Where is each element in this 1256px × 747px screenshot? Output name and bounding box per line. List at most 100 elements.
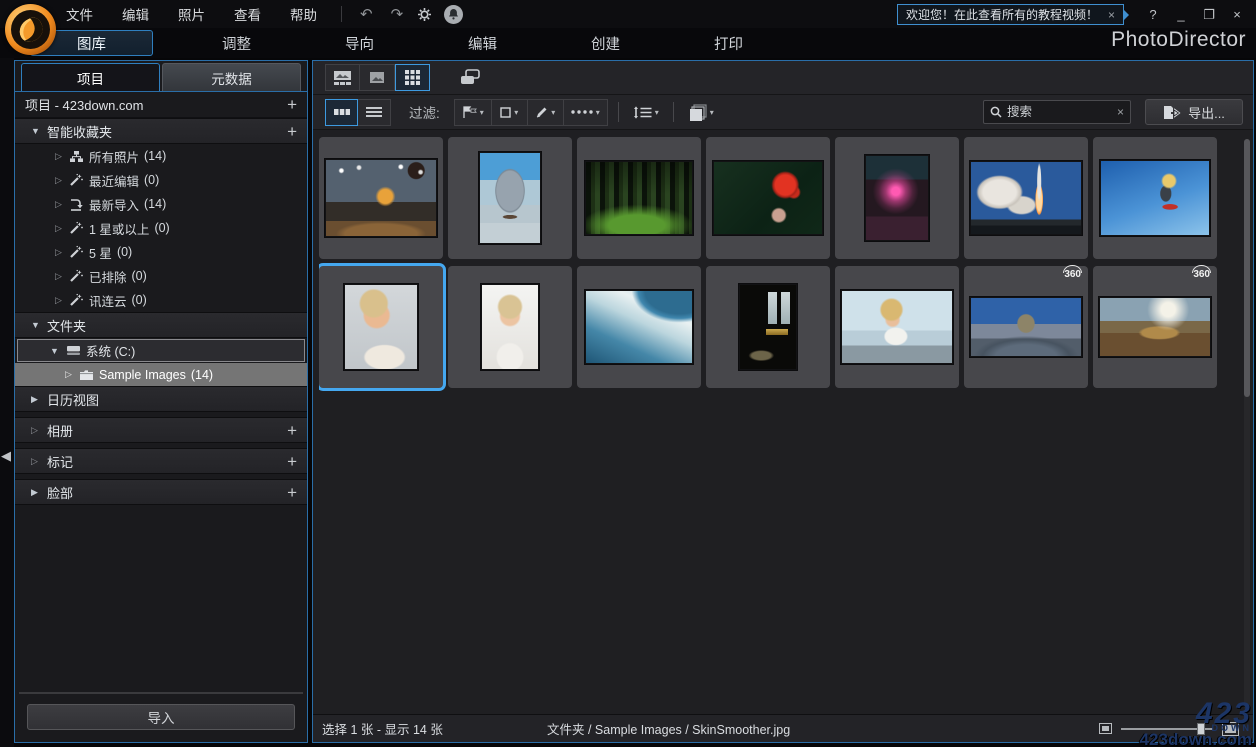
expand-arrow-icon: ▷ <box>31 424 38 435</box>
photo-boat[interactable] <box>448 137 572 259</box>
folder-item-selected[interactable]: ▷ Sample Images (14) <box>15 363 307 386</box>
color-label-filter-button[interactable]: ▾ <box>562 99 607 125</box>
edited-filter-button[interactable]: ▾ <box>526 99 563 125</box>
module-tab[interactable]: 打印 <box>667 31 790 55</box>
notification-bell-icon[interactable] <box>444 4 464 24</box>
photo-forest[interactable] <box>577 137 701 259</box>
photo-woman-smile[interactable] <box>319 266 443 388</box>
thumbnail-mode-button[interactable] <box>325 98 358 126</box>
item-label: 所有照片 <box>89 150 140 165</box>
item-count: (0) <box>131 293 147 307</box>
photo-pano-canyon[interactable]: 360 <box>964 265 1088 388</box>
smart-collection-item[interactable]: ▷ 已排除 (0) <box>15 264 307 288</box>
photo-window[interactable] <box>706 266 830 388</box>
collapse-sidebar-icon[interactable]: ◀ <box>1 448 11 464</box>
photo-wave[interactable] <box>577 266 701 388</box>
photo-woman-beach[interactable] <box>835 266 959 388</box>
tree-section[interactable]: ▶ 脸部 + <box>15 479 307 505</box>
photo-pano-desert[interactable]: 360 <box>1093 265 1217 388</box>
maximize-button[interactable]: ❐ <box>1196 7 1222 23</box>
add-button[interactable]: + <box>287 422 297 439</box>
folder-drive-item[interactable]: ▼ 系统 (C:) <box>17 339 305 362</box>
import-button[interactable]: 导入 <box>27 704 295 730</box>
menu-item[interactable]: 帮助 <box>290 4 317 24</box>
list-mode-button[interactable] <box>358 98 391 126</box>
add-project-button[interactable]: + <box>287 96 297 113</box>
smart-collection-item[interactable]: ▷ 讯连云 (0) <box>15 288 307 312</box>
welcome-close-icon[interactable]: × <box>1108 8 1115 22</box>
search-icon <box>990 106 1002 118</box>
item-count: (0) <box>116 245 133 259</box>
photo-woman-laugh[interactable] <box>448 266 572 388</box>
grid-scrollbar[interactable] <box>1244 139 1250 710</box>
slider-handle[interactable] <box>1197 722 1205 735</box>
photo-maple[interactable] <box>706 137 830 259</box>
photo-thumbnail <box>970 161 1082 235</box>
sidebar-tabs: 项目 元数据 <box>15 63 307 92</box>
redo-icon[interactable]: ↷ <box>391 5 404 23</box>
smart-collection-item[interactable]: ▷ 最新导入 (14) <box>15 192 307 216</box>
stack-mode-button[interactable]: ▾ <box>684 100 718 125</box>
add-button[interactable]: + <box>287 484 297 501</box>
item-label: 1 星或以上 <box>89 222 150 237</box>
flag-filter-button[interactable]: ▾ <box>454 99 491 125</box>
menubar-items: 文件 编辑 照片 查看 帮助 <box>66 4 317 24</box>
grid-view-button[interactable] <box>395 64 430 91</box>
menu-item[interactable]: 查看 <box>234 4 261 24</box>
scrollbar-thumb[interactable] <box>1244 139 1250 397</box>
add-button[interactable]: + <box>287 453 297 470</box>
current-photo-path: 文件夹 / Sample Images / SkinSmoother.jpg <box>547 723 791 737</box>
photo-basketball[interactable] <box>319 137 443 259</box>
add-button[interactable]: + <box>287 123 297 140</box>
wand-icon <box>69 245 89 259</box>
tooltip-tail <box>1124 9 1134 20</box>
library-view-button[interactable] <box>325 64 360 91</box>
tree-section[interactable]: ▼ 文件夹 <box>15 312 307 338</box>
smart-collection-item[interactable]: ▷ 所有照片 (14) <box>15 144 307 168</box>
photo-neon[interactable] <box>835 137 959 259</box>
smart-collection-item[interactable]: ▷ 最近编辑 (0) <box>15 168 307 192</box>
thumbnail-size-slider[interactable] <box>1121 722 1213 736</box>
sort-order-button[interactable]: ▾ <box>629 100 663 125</box>
large-thumbnail-icon[interactable] <box>1222 721 1239 736</box>
minimize-button[interactable]: _ <box>1168 7 1194 22</box>
expand-arrow-icon: ▷ <box>55 246 62 257</box>
photo-skater[interactable] <box>1093 137 1217 259</box>
search-input[interactable] <box>1007 105 1117 119</box>
item-label: Sample Images <box>99 367 186 382</box>
item-label: 最新导入 <box>89 198 140 213</box>
settings-gear-icon[interactable] <box>417 7 432 22</box>
search-clear-icon[interactable]: × <box>1117 105 1124 119</box>
project-header-label: 项目 - 423down.com <box>25 98 144 113</box>
small-thumbnail-icon[interactable] <box>1099 723 1112 734</box>
dual-display-icon[interactable] <box>452 64 487 91</box>
tree-section[interactable]: ▷ 相册 + <box>15 417 307 443</box>
tree-section[interactable]: ▼ 智能收藏夹 + <box>15 118 307 144</box>
tree-section[interactable]: ▶ 日历视图 <box>15 386 307 412</box>
filter-toolbar: 过滤: ▾ ▾ ▾ ▾ ▾ ▾ 搜索 × 导出... <box>313 95 1253 130</box>
menu-item[interactable]: 照片 <box>178 4 205 24</box>
smart-collection-item[interactable]: ▷ 5 星 (0) <box>15 240 307 264</box>
app-title: PhotoDirector <box>1111 28 1246 51</box>
module-tab[interactable]: 创建 <box>544 31 667 55</box>
photo-rocket[interactable] <box>964 137 1088 259</box>
module-tab[interactable]: 调整 <box>175 31 298 55</box>
item-count: (14) <box>144 197 167 211</box>
menu-item[interactable]: 编辑 <box>122 4 149 24</box>
help-button[interactable]: ? <box>1140 7 1166 22</box>
module-tab[interactable]: 编辑 <box>421 31 544 55</box>
undo-icon[interactable]: ↶ <box>360 5 373 23</box>
tree-section[interactable]: ▷ 标记 + <box>15 448 307 474</box>
sidebar-tab[interactable]: 项目 <box>21 63 160 91</box>
section-label: 智能收藏夹 <box>47 124 113 140</box>
caret-down-icon: ▾ <box>595 107 600 117</box>
single-view-button[interactable] <box>360 64 395 91</box>
rating-filter-button[interactable]: ▾ <box>490 99 527 125</box>
export-button[interactable]: 导出... <box>1145 99 1243 125</box>
module-tab[interactable]: 导向 <box>298 31 421 55</box>
menu-item[interactable]: 文件 <box>66 4 93 24</box>
smart-collection-item[interactable]: ▷ 1 星或以上 (0) <box>15 216 307 240</box>
sidebar-tab[interactable]: 元数据 <box>162 63 301 91</box>
photo-thumbnail <box>1099 297 1211 357</box>
close-button[interactable]: × <box>1224 7 1250 22</box>
